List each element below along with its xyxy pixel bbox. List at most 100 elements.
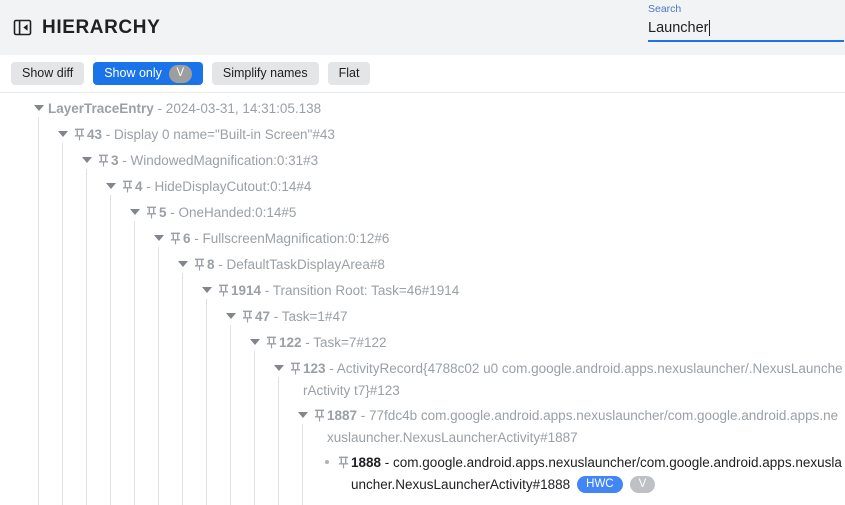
chevron-down-icon[interactable] [126, 202, 144, 222]
tree-node-id: 122 [279, 335, 302, 350]
caret-down-icon [34, 105, 44, 111]
pin-icon[interactable] [72, 124, 87, 144]
tree-node-id: 1914 [231, 283, 261, 298]
tree-node-text: - DefaultTaskDisplayArea#8 [215, 257, 385, 272]
search-field-group: Search Launcher [648, 2, 844, 42]
tree-node-label: 43 - Display 0 name="Built-in Screen"#43 [87, 124, 337, 146]
caret-down-icon [226, 313, 236, 319]
tree-node: 1888 - com.google.android.apps.nexuslaun… [318, 452, 845, 496]
tree-node-label: LayerTraceEntry - 2024-03-31, 14:31:05.1… [48, 98, 323, 120]
simplify-names-button[interactable]: Simplify names [212, 62, 319, 85]
tree-node-text: - 2024-03-31, 14:31:05.138 [154, 101, 321, 116]
tree-row[interactable]: 6 - FullscreenMagnification:0:12#6 [0, 225, 845, 251]
pin-icon[interactable] [216, 280, 231, 300]
tree-row[interactable]: 8 - DefaultTaskDisplayArea#8 [0, 251, 845, 277]
chevron-down-icon[interactable] [102, 176, 120, 196]
flat-button[interactable]: Flat [328, 62, 371, 85]
show-diff-label: Show diff [22, 67, 73, 80]
show-only-button[interactable]: Show only V [93, 62, 203, 85]
caret-down-icon [274, 365, 284, 371]
tree-node: 4 - HideDisplayCutout:0:14#4 [102, 176, 313, 198]
tree-row[interactable]: 4 - HideDisplayCutout:0:14#4 [0, 173, 845, 199]
search-input[interactable]: Launcher [648, 16, 844, 42]
tree-node-text: - Display 0 name="Built-in Screen"#43 [102, 127, 335, 142]
tree-row[interactable]: 3 - WindowedMagnification:0:31#3 [0, 147, 845, 173]
pin-icon[interactable] [96, 150, 111, 170]
tree-node: 8 - DefaultTaskDisplayArea#8 [174, 254, 387, 276]
pin-icon[interactable] [192, 254, 207, 274]
chevron-down-icon[interactable] [30, 98, 48, 118]
tree-node-text: - WindowedMagnification:0:31#3 [119, 153, 319, 168]
tree-node-label: 5 - OneHanded:0:14#5 [159, 202, 298, 224]
caret-down-icon [58, 131, 68, 137]
pin-icon[interactable] [264, 332, 279, 352]
tree-node-id: 1887 [327, 408, 357, 423]
header-bar: HIERARCHY Search Launcher [0, 0, 845, 55]
chevron-down-icon[interactable] [198, 280, 216, 300]
tree-leaf-bullet-icon [318, 452, 336, 472]
tree-node-id: 1888 [351, 455, 381, 470]
collapse-panel-left-icon[interactable] [12, 17, 33, 38]
tree-node-label: 1914 - Transition Root: Task=46#1914 [231, 280, 461, 302]
chevron-down-icon[interactable] [294, 405, 312, 425]
tree-node-badges: HWCV [570, 477, 655, 492]
page-title: HIERARCHY [42, 17, 160, 39]
tree-node-label: 122 - Task=7#122 [279, 332, 388, 354]
show-diff-button[interactable]: Show diff [11, 62, 84, 85]
tree-row[interactable]: 123 - ActivityRecord{4788c02 u0 com.goog… [0, 355, 845, 402]
caret-down-icon [130, 209, 140, 215]
caret-down-icon [154, 235, 164, 241]
chevron-down-icon[interactable] [222, 306, 240, 326]
bullet-icon [325, 460, 329, 464]
pin-icon[interactable] [168, 228, 183, 248]
chevron-down-icon[interactable] [150, 228, 168, 248]
hierarchy-tree[interactable]: LayerTraceEntry - 2024-03-31, 14:31:05.1… [0, 93, 845, 505]
chevron-down-icon[interactable] [174, 254, 192, 274]
caret-down-icon [298, 412, 308, 418]
tree-node: 1914 - Transition Root: Task=46#1914 [198, 280, 461, 302]
tree-node-label: 1888 - com.google.android.apps.nexuslaun… [351, 452, 845, 496]
pin-icon[interactable] [120, 176, 135, 196]
tree-row[interactable]: LayerTraceEntry - 2024-03-31, 14:31:05.1… [0, 95, 845, 121]
pin-icon[interactable] [312, 405, 327, 425]
tree-row[interactable]: 43 - Display 0 name="Built-in Screen"#43 [0, 121, 845, 147]
show-only-chip[interactable]: V [169, 65, 192, 83]
pin-icon[interactable] [288, 358, 303, 378]
tree-node-id: 8 [207, 257, 215, 272]
tree-row[interactable]: 122 - Task=7#122 [0, 329, 845, 355]
pin-icon[interactable] [336, 452, 351, 472]
text-caret [709, 20, 710, 36]
tree-node: 5 - OneHanded:0:14#5 [126, 202, 298, 224]
tree-row[interactable]: 1914 - Transition Root: Task=46#1914 [0, 277, 845, 303]
tree-node: 3 - WindowedMagnification:0:31#3 [78, 150, 320, 172]
caret-down-icon [250, 339, 260, 345]
tree-node-id: 123 [303, 361, 326, 376]
tree-node-id: 47 [255, 309, 270, 324]
chevron-down-icon[interactable] [246, 332, 264, 352]
tree-node-text: - Transition Root: Task=46#1914 [261, 283, 459, 298]
tree-node-text: - OneHanded:0:14#5 [167, 205, 297, 220]
chevron-down-icon[interactable] [270, 358, 288, 378]
tree-node-label: 47 - Task=1#47 [255, 306, 349, 328]
tree-node-label: 123 - ActivityRecord{4788c02 u0 com.goog… [303, 358, 845, 402]
tree-node-text: - Task=7#122 [302, 335, 387, 350]
tree-row[interactable]: 5 - OneHanded:0:14#5 [0, 199, 845, 225]
title-group: HIERARCHY [12, 17, 160, 39]
simplify-names-label: Simplify names [223, 67, 308, 80]
tree-node: LayerTraceEntry - 2024-03-31, 14:31:05.1… [30, 98, 323, 120]
tree-node-label: 8 - DefaultTaskDisplayArea#8 [207, 254, 387, 276]
tree-node: 122 - Task=7#122 [246, 332, 388, 354]
filter-toolbar: Show diff Show only V Simplify names Fla… [0, 55, 845, 93]
pin-icon[interactable] [144, 202, 159, 222]
tree-node: 47 - Task=1#47 [222, 306, 349, 328]
tree-node-label: 4 - HideDisplayCutout:0:14#4 [135, 176, 313, 198]
tree-row[interactable]: 1888 - com.google.android.apps.nexuslaun… [0, 449, 845, 496]
tree-node: 1887 - 77fdc4b com.google.android.apps.n… [294, 405, 845, 449]
flat-label: Flat [339, 67, 360, 80]
chevron-down-icon[interactable] [78, 150, 96, 170]
chevron-down-icon[interactable] [54, 124, 72, 144]
tree-row[interactable]: 47 - Task=1#47 [0, 303, 845, 329]
tree-row[interactable]: 1887 - 77fdc4b com.google.android.apps.n… [0, 402, 845, 449]
status-badge: HWC [577, 476, 622, 493]
pin-icon[interactable] [240, 306, 255, 326]
